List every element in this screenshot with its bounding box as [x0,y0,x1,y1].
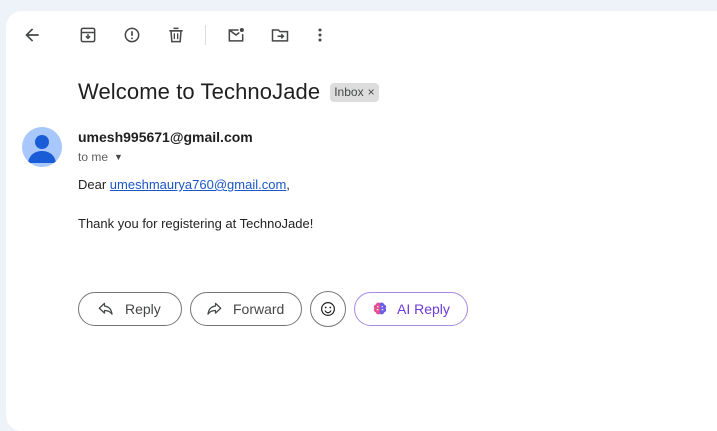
email-subject: Welcome to TechnoJade [78,79,321,104]
chevron-down-icon: ▼ [114,152,123,162]
arrow-left-icon [25,28,39,42]
greeting-suffix: , [286,177,290,192]
delete-button[interactable] [156,23,196,47]
greeting-prefix: Dear [78,177,110,192]
recipient-text: to me [78,150,109,164]
email-toolbar [6,23,717,71]
label-text: Inbox [334,85,364,99]
report-spam-icon [124,27,140,43]
sender-email[interactable]: umesh995671@gmail.com [78,129,253,145]
reply-icon [98,302,113,315]
forward-button[interactable]: Forward [190,292,302,326]
greeting-line: Dear umeshmaurya760@gmail.com, [78,177,290,192]
inbox-label-chip[interactable]: Inbox × [330,82,379,102]
report-spam-button[interactable] [112,23,152,47]
emoji-reaction-button[interactable] [310,291,346,327]
reply-label: Reply [125,301,161,317]
more-vert-icon [318,28,322,42]
mark-unread-icon [228,28,244,42]
email-body-line: Thank you for registering at TechnoJade! [78,216,314,231]
move-to-folder-icon [271,29,289,42]
ai-reply-button[interactable]: AI Reply [354,292,468,326]
move-to-button[interactable] [260,23,300,47]
forward-label: Forward [233,301,285,317]
archive-icon [80,27,96,43]
toolbar-divider [205,25,206,45]
avatar[interactable] [22,127,62,167]
back-button[interactable] [12,23,52,47]
more-options-button[interactable] [300,23,340,47]
forward-icon [207,302,222,315]
ai-reply-label: AI Reply [397,301,450,317]
mark-unread-button[interactable] [216,23,256,47]
email-view-card: Welcome to TechnoJade Inbox × umesh99567… [6,11,717,431]
person-icon [28,135,56,163]
subject-row: Welcome to TechnoJade Inbox × [78,79,379,105]
smiley-icon [321,302,335,316]
archive-button[interactable] [68,23,108,47]
ai-brain-icon [373,302,387,315]
remove-label-icon[interactable]: × [368,85,375,99]
greeting-email-link[interactable]: umeshmaurya760@gmail.com [110,177,287,192]
trash-icon [169,27,183,43]
recipient-details[interactable]: to me ▼ [78,150,123,164]
reply-button[interactable]: Reply [78,292,182,326]
reply-actions: Reply Forward AI Reply [78,291,476,327]
